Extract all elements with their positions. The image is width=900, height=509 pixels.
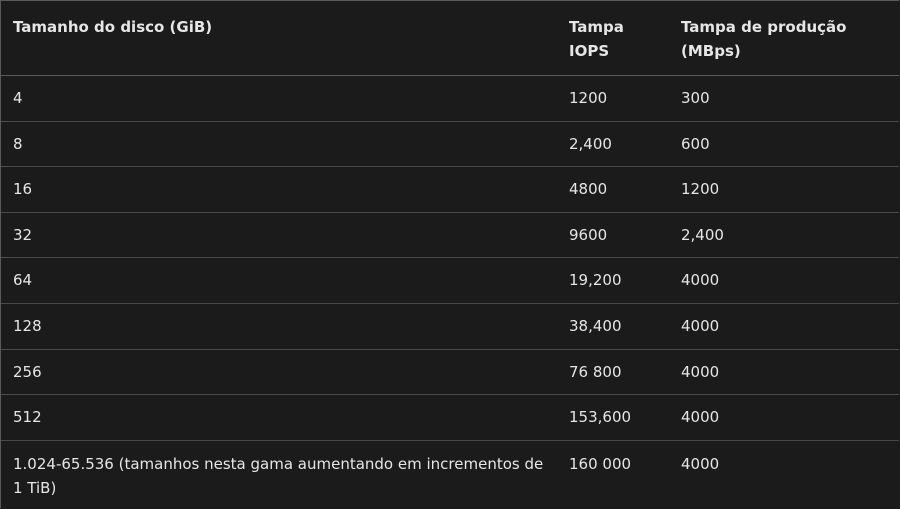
cell-iops: 160 000	[569, 454, 632, 473]
cell-throughput: 4000	[681, 408, 720, 427]
cell-disk-size: 128	[13, 316, 42, 335]
cell-disk-size: 512	[13, 408, 42, 427]
cell-disk-size: 64	[13, 271, 33, 290]
cell-iops: 2,400	[569, 134, 612, 153]
table-row: 128 38,400 4000	[1, 304, 899, 350]
cell-disk-size: 256	[13, 362, 42, 381]
cell-throughput: 1200	[681, 180, 720, 199]
table-row: 16 4800 1200	[1, 167, 899, 213]
cell-throughput: 4000	[681, 454, 720, 473]
table-row: 4 1200 300	[1, 76, 899, 122]
table-row: 64 19,200 4000	[1, 258, 899, 304]
cell-throughput: 2,400	[681, 225, 724, 244]
cell-throughput: 4000	[681, 362, 720, 381]
cell-disk-size: 1.024-65.536 (tamanhos nesta gama aument…	[13, 454, 544, 497]
table-header-row: Tamanho do disco (GiB) Tampa IOPS Tampa …	[1, 1, 899, 76]
cell-iops: 4800	[569, 180, 608, 199]
header-throughput-line1: Tampa de produção	[681, 18, 847, 36]
cell-throughput: 4000	[681, 316, 720, 335]
cell-throughput: 600	[681, 134, 710, 153]
header-iops-line2: IOPS	[569, 42, 610, 60]
cell-disk-size: 16	[13, 180, 33, 199]
cell-throughput: 4000	[681, 271, 720, 290]
header-throughput-line2: (MBps)	[681, 42, 741, 60]
cell-iops: 38,400	[569, 316, 622, 335]
table-row: 512 153,600 4000	[1, 395, 899, 441]
cell-throughput: 300	[681, 89, 710, 107]
table-row: 256 76 800 4000	[1, 350, 899, 396]
cell-iops: 1200	[569, 89, 608, 107]
cell-iops: 76 800	[569, 362, 622, 381]
table-row: 8 2,400 600	[1, 122, 899, 168]
cell-iops: 19,200	[569, 271, 622, 290]
table-row: 1.024-65.536 (tamanhos nesta gama aument…	[1, 441, 899, 509]
disk-limits-table: Tamanho do disco (GiB) Tampa IOPS Tampa …	[0, 0, 899, 508]
cell-disk-size: 8	[13, 134, 23, 153]
cell-disk-size: 4	[13, 89, 23, 107]
header-disk-size: Tamanho do disco (GiB)	[1, 1, 557, 75]
header-iops-cap: Tampa IOPS	[557, 1, 669, 75]
header-throughput-cap: Tampa de produção (MBps)	[669, 1, 899, 75]
cell-disk-size: 32	[13, 225, 33, 244]
cell-iops: 9600	[569, 225, 608, 244]
header-disk-size-text: Tamanho do disco (GiB)	[13, 18, 213, 36]
cell-iops: 153,600	[569, 408, 632, 427]
table-row: 32 9600 2,400	[1, 213, 899, 259]
header-iops-line1: Tampa	[569, 18, 624, 36]
